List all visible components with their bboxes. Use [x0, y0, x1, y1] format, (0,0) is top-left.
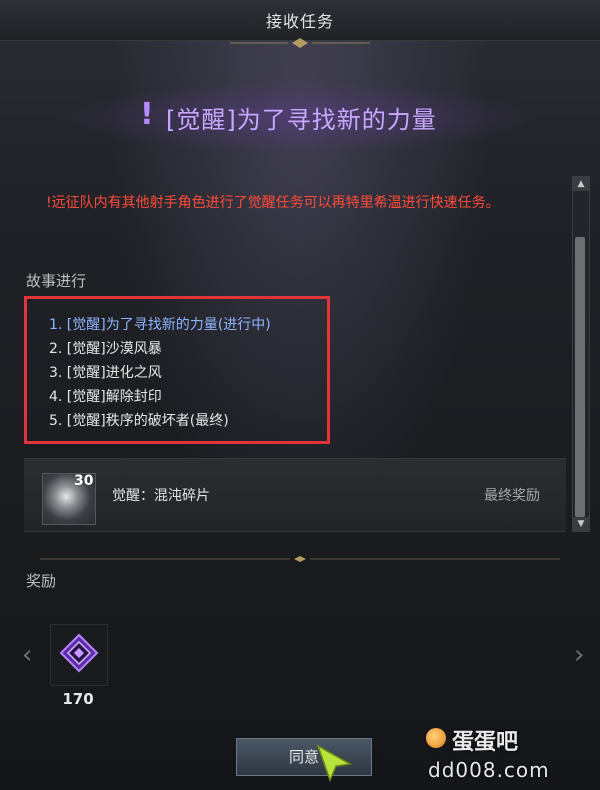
reward-amount: 170 [62, 690, 94, 708]
scroll-down-icon[interactable]: ▼ [573, 517, 589, 531]
next-arrow-icon[interactable]: › [574, 640, 584, 670]
watermark-brand: 蛋蛋吧 [452, 730, 519, 755]
title-ornament-icon [230, 38, 370, 48]
quest-marker-icon: ! [140, 97, 154, 132]
quest-notice: !远征队内有其他射手角色进行了觉醒任务可以再特里希温进行快速任务。 [46, 195, 500, 211]
cursor-pointer-icon [316, 744, 353, 782]
rewards-label: 奖励 [26, 572, 57, 590]
final-reward-tag: 最终奖励 [484, 488, 540, 504]
quest-title: [觉醒]为了寻找新的力量 [166, 106, 437, 134]
title-bar: 接收任务 [0, 0, 600, 41]
story-item-3: 3. [觉醒]进化之风 [49, 365, 162, 381]
story-item-4: 4. [觉醒]解除封印 [49, 389, 162, 405]
scrollbar-thumb[interactable] [575, 237, 585, 517]
scrollbar[interactable]: ▲ ▼ [572, 176, 590, 532]
story-item-5: 5. [觉醒]秩序的破坏者(最终) [49, 413, 229, 429]
section-divider-icon [40, 556, 560, 562]
watermark-url: dd008.com [428, 758, 550, 782]
watermark-logo-icon [426, 728, 446, 748]
prev-arrow-icon[interactable]: ‹ [22, 640, 32, 670]
story-highlight-box: 1. [觉醒]为了寻找新的力量(进行中) 2. [觉醒]沙漠风暴 3. [觉醒]… [24, 296, 330, 444]
final-reward-count: 30 [74, 473, 94, 489]
story-progress-label: 故事进行 [26, 272, 87, 290]
accept-quest-window: 接收任务 ! [觉醒]为了寻找新的力量 !远征队内有其他射手角色进行了觉醒任务可… [0, 0, 600, 790]
final-reward-name: 觉醒：混沌碎片 [112, 488, 210, 504]
story-item-1: 1. [觉醒]为了寻找新的力量(进行中) [49, 317, 271, 333]
quest-header: ! [觉醒]为了寻找新的力量 [60, 82, 540, 152]
scroll-up-icon[interactable]: ▲ [573, 177, 589, 191]
story-list: 1. [觉醒]为了寻找新的力量(进行中) 2. [觉醒]沙漠风暴 3. [觉醒]… [49, 313, 271, 433]
reward-item[interactable] [50, 624, 108, 686]
final-reward-row: 30 觉醒：混沌碎片 最终奖励 [24, 458, 566, 532]
purple-gem-icon [59, 633, 99, 673]
story-item-2: 2. [觉醒]沙漠风暴 [49, 341, 162, 357]
window-title: 接收任务 [265, 12, 334, 31]
